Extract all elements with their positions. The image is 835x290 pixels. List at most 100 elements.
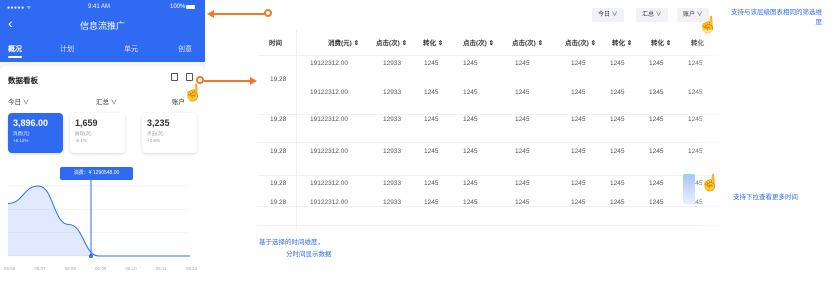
filter-day-button[interactable]: 今日 ∨	[592, 8, 624, 22]
x-tick-label: 06:06	[4, 266, 16, 271]
table-cell: 1245	[571, 60, 586, 67]
table-cell: 1245	[649, 116, 664, 123]
time-cell: 19.28	[270, 116, 287, 123]
table-cell: 1245	[424, 116, 439, 123]
table-cell: 1245	[463, 60, 478, 67]
table-cell: 1245	[424, 199, 439, 206]
table-cell: 1245	[515, 148, 530, 155]
table-cell: 1245	[424, 89, 439, 96]
column-header[interactable]: 转化 ⇕	[612, 37, 632, 47]
status-time: 9:41 AM	[88, 4, 111, 10]
filter-dimension-note: 支持与该层级图表相同的筛选维度	[731, 9, 822, 26]
column-header[interactable]: 点击(次) ⇕	[376, 37, 407, 47]
table-cell: 1245	[649, 199, 664, 206]
column-header[interactable]: 消费(元) ⇕	[328, 37, 359, 47]
tab-creative[interactable]: 创意	[178, 44, 192, 54]
table-cell: 1245	[515, 199, 530, 206]
table-cell: 1245	[610, 180, 625, 187]
column-header[interactable]: 点击(次) ⇕	[565, 37, 596, 47]
hand-pointer-icon: ☝	[700, 175, 720, 192]
kpi-card-spend[interactable]: 3,896.00 消费(元) +5.12%	[8, 113, 63, 153]
battery-icon	[186, 5, 195, 9]
table-cell: 1245	[610, 148, 625, 155]
battery-text: 100%	[170, 4, 186, 10]
filter-summary-button[interactable]: 汇总 ∨	[636, 8, 668, 22]
table-cell: 1245	[649, 60, 664, 67]
column-divider	[296, 30, 297, 230]
tab-overview[interactable]: 概况	[8, 44, 22, 54]
row-divider	[258, 114, 720, 115]
row-divider	[258, 55, 720, 56]
filter-day[interactable]: 今日 ∨	[8, 96, 29, 106]
table-cell: 1245	[571, 199, 586, 206]
table-cell: 12933	[383, 148, 402, 155]
column-header[interactable]: 转化 ⇕	[651, 37, 671, 47]
table-cell: 1245	[424, 180, 439, 187]
signal-indicator: ●●●●● ᯤ	[7, 5, 32, 11]
kpi-value: 3,896.00	[13, 118, 49, 128]
kpi-card-impressions[interactable]: 1,659 展现(次) -5.1%	[70, 113, 125, 153]
tab-plan[interactable]: 计划	[60, 44, 74, 54]
active-tab-indicator	[8, 56, 22, 58]
table-cell: 1245	[424, 148, 439, 155]
table-cell: 1245	[649, 180, 664, 187]
row-divider	[258, 206, 720, 207]
table-cell: 19122312.00	[310, 199, 348, 206]
time-cell: 19.28	[270, 180, 287, 187]
table-cell: 12933	[383, 180, 402, 187]
kpi-value: 1,659	[75, 118, 98, 128]
table-cell: 1245	[463, 199, 478, 206]
column-header[interactable]: 时间	[269, 37, 282, 47]
table-cell: 1245	[610, 89, 625, 96]
hand-pointer-icon: ☝	[183, 85, 203, 102]
board-title: 数据看板	[8, 76, 38, 85]
x-tick-label: 06:08	[64, 266, 76, 271]
highlight-point	[89, 254, 93, 258]
kpi-change: +2.6%	[147, 138, 160, 143]
table-cell: 1245	[515, 89, 530, 96]
annotation-arrow-line	[213, 13, 265, 15]
table-cell: 19122312.00	[310, 60, 348, 67]
arrow-right-icon	[250, 77, 257, 85]
table-cell: 1245	[649, 148, 664, 155]
mobile-app-screen: ●●●●● ᯤ 9:41 AM 100% ‹ 信息流推广 概况 计划 单元 创意…	[0, 0, 205, 290]
download-icon[interactable]	[171, 73, 178, 81]
filter-summary[interactable]: 汇总 ∨	[96, 96, 117, 106]
kpi-change: +5.12%	[13, 138, 29, 143]
column-header[interactable]: 转化 ⇕	[423, 37, 443, 47]
table-cell: 1245	[424, 60, 439, 67]
time-cell: 19.28	[270, 199, 287, 206]
tab-unit[interactable]: 单元	[124, 44, 138, 54]
kpi-card-clicks[interactable]: 3,235 点击(次) +2.6%	[142, 113, 197, 153]
annotation-origin-dot	[264, 9, 272, 17]
time-cell: 19.28	[270, 148, 287, 155]
page-title: 信息流推广	[79, 21, 125, 31]
annotation-arrow-line	[204, 80, 254, 82]
time-dimension-note-line1: 基于选择的时间维度，	[259, 239, 324, 246]
kpi-label: 展现(次)	[75, 131, 92, 136]
table-cell: 1245	[571, 180, 586, 187]
table-cell: 12933	[383, 116, 402, 123]
table-cell: 12933	[383, 89, 402, 96]
table-cell: 1245	[571, 89, 586, 96]
time-dimension-note-line2: 分时间显示数据	[286, 251, 332, 258]
table-cell: 1245	[610, 60, 625, 67]
export-icon[interactable]	[186, 73, 193, 81]
x-tick-label: 06:11	[155, 266, 167, 271]
column-header[interactable]: 点击(次) ⇕	[512, 37, 543, 47]
row-divider	[258, 175, 720, 176]
table-cell: 12933	[383, 60, 402, 67]
scroll-more-note: 支持下拉查看更多时间	[733, 194, 798, 201]
arrow-down-icon	[683, 174, 695, 204]
table-cell: 1245	[610, 199, 625, 206]
table-cell: 1245	[515, 60, 530, 67]
row-divider	[258, 142, 720, 143]
table-cell: 19122312.00	[310, 116, 348, 123]
column-header[interactable]: 点击(次) ⇕	[463, 37, 494, 47]
time-cell: 19.28	[270, 76, 287, 83]
table-cell: 1245	[463, 148, 478, 155]
table-cell: 1245	[463, 89, 478, 96]
x-tick-label: 06:10	[125, 266, 137, 271]
spend-area-chart[interactable]	[8, 180, 198, 262]
chart-tooltip: 消费：¥ 1290548.00	[60, 167, 133, 180]
